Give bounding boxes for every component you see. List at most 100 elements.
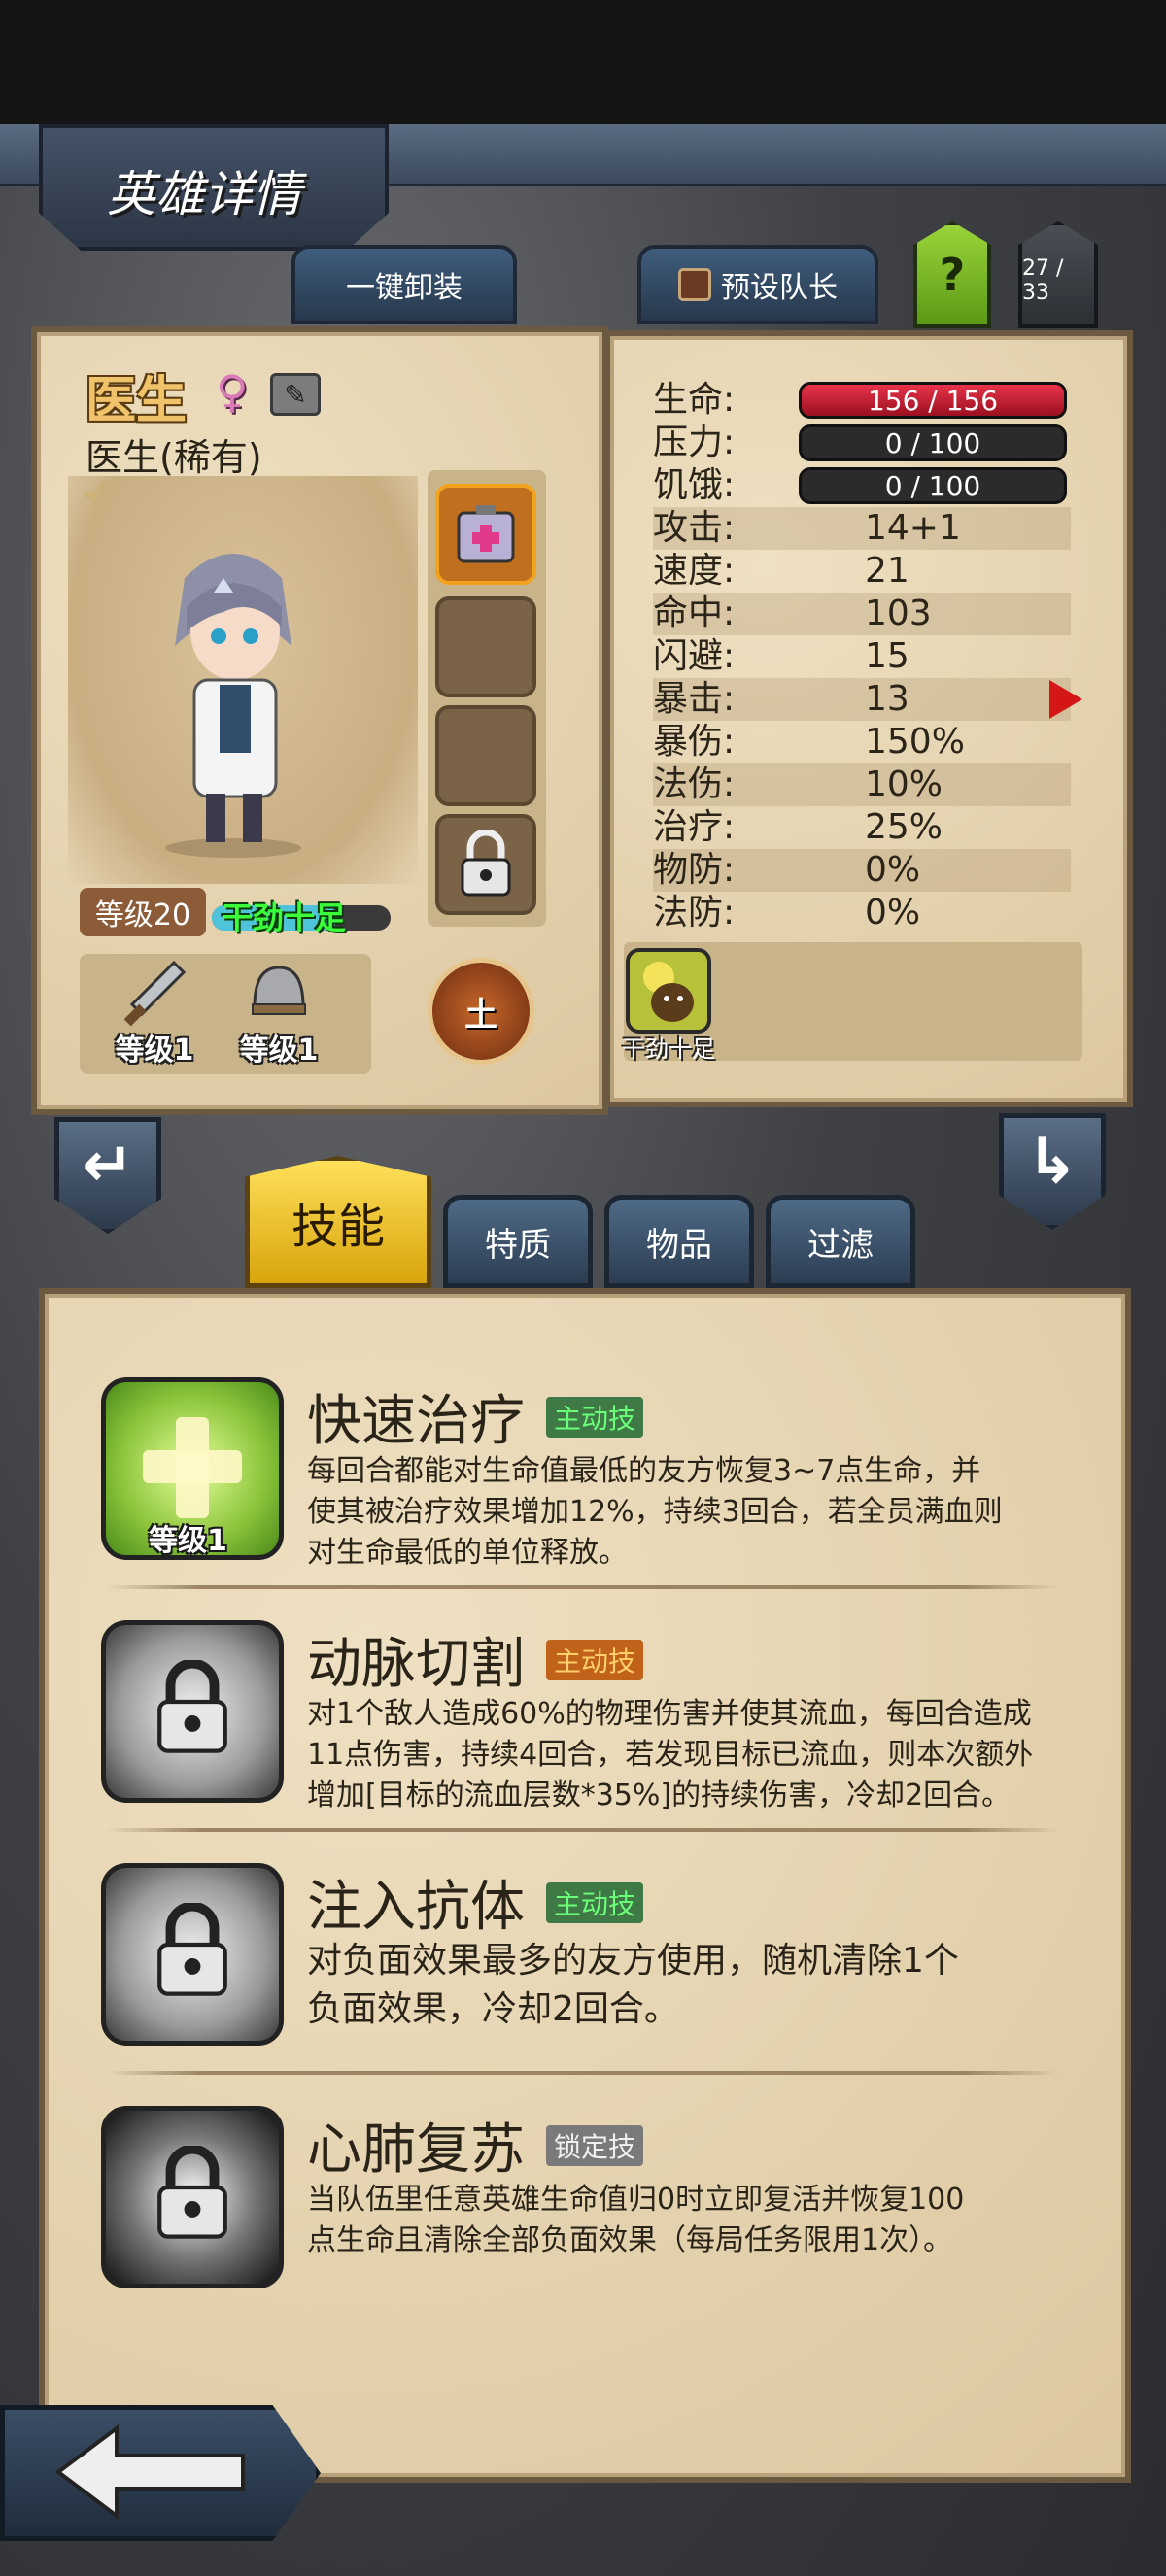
skill-description: 对负面效果最多的友方使用，随机清除1个 负面效果，冷却2回合。 (307, 1937, 1065, 2034)
stat-row: 闪避: 15 (653, 635, 1071, 678)
skill-desc-line: 当队伍里任意英雄生命值归0时立即复活并恢复100 (307, 2183, 965, 2217)
skill-desc-line: 对负面效果最多的友方使用，随机清除1个 (307, 1941, 959, 1981)
unequip-all-button[interactable]: 一键卸装 (292, 245, 517, 324)
skill-name: 快速治疗 (307, 1390, 525, 1453)
stat-bar: 0 / 100 (799, 467, 1067, 504)
skill-name: 心肺复苏 (307, 2118, 525, 2182)
tab-items[interactable]: 物品 (604, 1195, 754, 1288)
locked-skill-icon[interactable] (101, 2106, 284, 2288)
hero-name: 医生 (86, 372, 188, 430)
trait-art (643, 962, 694, 1022)
stat-label: 压力: (653, 423, 736, 462)
preset-leader-button[interactable]: 预设队长 (637, 245, 878, 324)
skill-divider (107, 2071, 1059, 2075)
skill-desc-line: 使其被治疗效果增加12%，持续3回合，若全员满血则 (307, 1495, 1003, 1529)
weapon-level: 等级1 (115, 1034, 194, 1068)
stat-value: 0% (865, 893, 921, 932)
armor-slot[interactable]: 等级1 (225, 958, 332, 1068)
stat-value: 14+1 (865, 508, 961, 548)
stat-value: 10% (865, 764, 943, 804)
weapon-slot[interactable]: 等级1 (101, 958, 208, 1068)
skill-level: 等级1 (149, 1524, 227, 1558)
stat-label: 治疗: (653, 807, 736, 847)
stat-label: 闪避: (653, 636, 736, 676)
stat-label: 暴伤: (653, 722, 736, 762)
preset-leader-label: 预设队长 (721, 271, 838, 305)
skill-desc-line: 每回合都能对生命值最低的友方恢复3~7点生命，并 (307, 1454, 981, 1488)
lock-icon (461, 830, 511, 897)
stat-label: 法伤: (653, 764, 736, 804)
stat-row: 物防: 0% (653, 849, 1071, 892)
stat-value: 15 (865, 636, 909, 676)
top-system-bar (0, 0, 1166, 124)
skill-description: 对1个敌人造成60%的物理伤害并使其流血，每回合造成 11点伤害，持续4回合，若… (307, 1694, 1065, 1816)
stat-value: 25% (865, 807, 943, 847)
skill-desc-line: 增加[目标的流血层数*35%]的持续伤害，冷却2回合。 (307, 1779, 1012, 1813)
stat-value: 21 (865, 551, 909, 591)
smiling-bean-icon[interactable] (626, 948, 711, 1034)
armor-level: 等级1 (239, 1034, 319, 1068)
stat-row: 暴伤: 150% (653, 721, 1071, 763)
hero-status-text: 干劲十足 (222, 899, 347, 936)
page-title: 英雄详情 (107, 166, 301, 222)
locked-skill-icon[interactable] (101, 1863, 284, 2046)
stat-bar: 0 / 100 (799, 424, 1067, 461)
equipment-slot-empty-1[interactable] (435, 596, 536, 697)
skill-tag: 主动技 (546, 1397, 644, 1438)
equipment-slot-empty-2[interactable] (435, 705, 536, 806)
skill-tag: 锁定技 (546, 2125, 644, 2166)
equipment-slot-locked[interactable] (435, 814, 536, 915)
hero-level-badge: 等级20 (80, 888, 206, 936)
medkit-icon (457, 505, 515, 563)
skill-description: 当队伍里任意英雄生命值归0时立即复活并恢复100 点生命且清除全部负面效果（每局… (307, 2180, 1065, 2261)
tab-filter[interactable]: 过滤 (766, 1195, 915, 1288)
skill-divider (107, 1828, 1059, 1832)
back-arrow-icon[interactable] (49, 2419, 253, 2525)
skill-desc-line: 负面效果，冷却2回合。 (307, 1989, 679, 2029)
skill-description: 每回合都能对生命值最低的友方恢复3~7点生命，并 使其被治疗效果增加12%，持续… (307, 1451, 1065, 1574)
stat-label: 饥饿: (653, 465, 736, 505)
stat-label: 命中: (653, 593, 736, 633)
female-icon: ♀ (216, 365, 249, 418)
sword-icon (123, 960, 187, 1027)
skill-desc-line: 点生命且清除全部负面效果（每局任务限用1次）。 (307, 2223, 953, 2257)
heal-cross-icon[interactable]: 等级1 (101, 1377, 284, 1560)
stat-row: 暴击: 13 (653, 678, 1071, 721)
stat-row: 速度: 21 (653, 550, 1071, 593)
stat-row: 治疗: 25% (653, 806, 1071, 849)
locked-skill-icon[interactable] (101, 1620, 284, 1803)
edit-name-icon[interactable]: ✎ (270, 373, 321, 416)
skill-tag: 主动技 (546, 1882, 644, 1923)
stat-label: 生命: (653, 380, 736, 420)
stat-value: 150% (865, 722, 965, 762)
element-badge[interactable]: 土 (428, 958, 534, 1065)
stat-row: 法防: 0% (653, 892, 1071, 934)
stat-value: 13 (865, 679, 909, 719)
equipment-slot-medkit[interactable] (435, 484, 536, 585)
tab-traits[interactable]: 特质 (443, 1195, 593, 1288)
lock-icon (157, 2146, 227, 2239)
hero-sprite[interactable] (146, 539, 321, 860)
trait-label: 干劲十足 (622, 1035, 715, 1063)
skill-name: 注入抗体 (307, 1876, 525, 1939)
stat-label: 速度: (653, 551, 736, 591)
stat-value: 0% (865, 850, 921, 890)
skill-name: 动脉切割 (307, 1633, 525, 1696)
stat-row: 法伤: 10% (653, 763, 1071, 806)
stat-label: 物防: (653, 850, 736, 890)
stat-value: 103 (865, 593, 932, 633)
stat-label: 攻击: (653, 508, 736, 548)
hp-bar: 156 / 156 (799, 382, 1067, 419)
skill-desc-line: 对1个敌人造成60%的物理伤害并使其流血，每回合造成 (307, 1697, 1032, 1731)
stats-expand-arrow-icon[interactable] (1049, 680, 1082, 719)
skill-divider (107, 1585, 1059, 1589)
stat-row: 攻击: 14+1 (653, 507, 1071, 550)
tab-skills[interactable]: 技能 (245, 1156, 431, 1288)
lock-icon (157, 1660, 227, 1753)
skill-desc-line: 11点伤害，持续4回合，若发现目标已流血，则本次额外 (307, 1738, 1034, 1772)
stat-label: 法防: (653, 893, 736, 932)
stat-row: 命中: 103 (653, 593, 1071, 635)
lock-icon (157, 1903, 227, 1996)
preset-leader-checkbox[interactable] (678, 268, 711, 301)
stat-label: 暴击: (653, 679, 736, 719)
